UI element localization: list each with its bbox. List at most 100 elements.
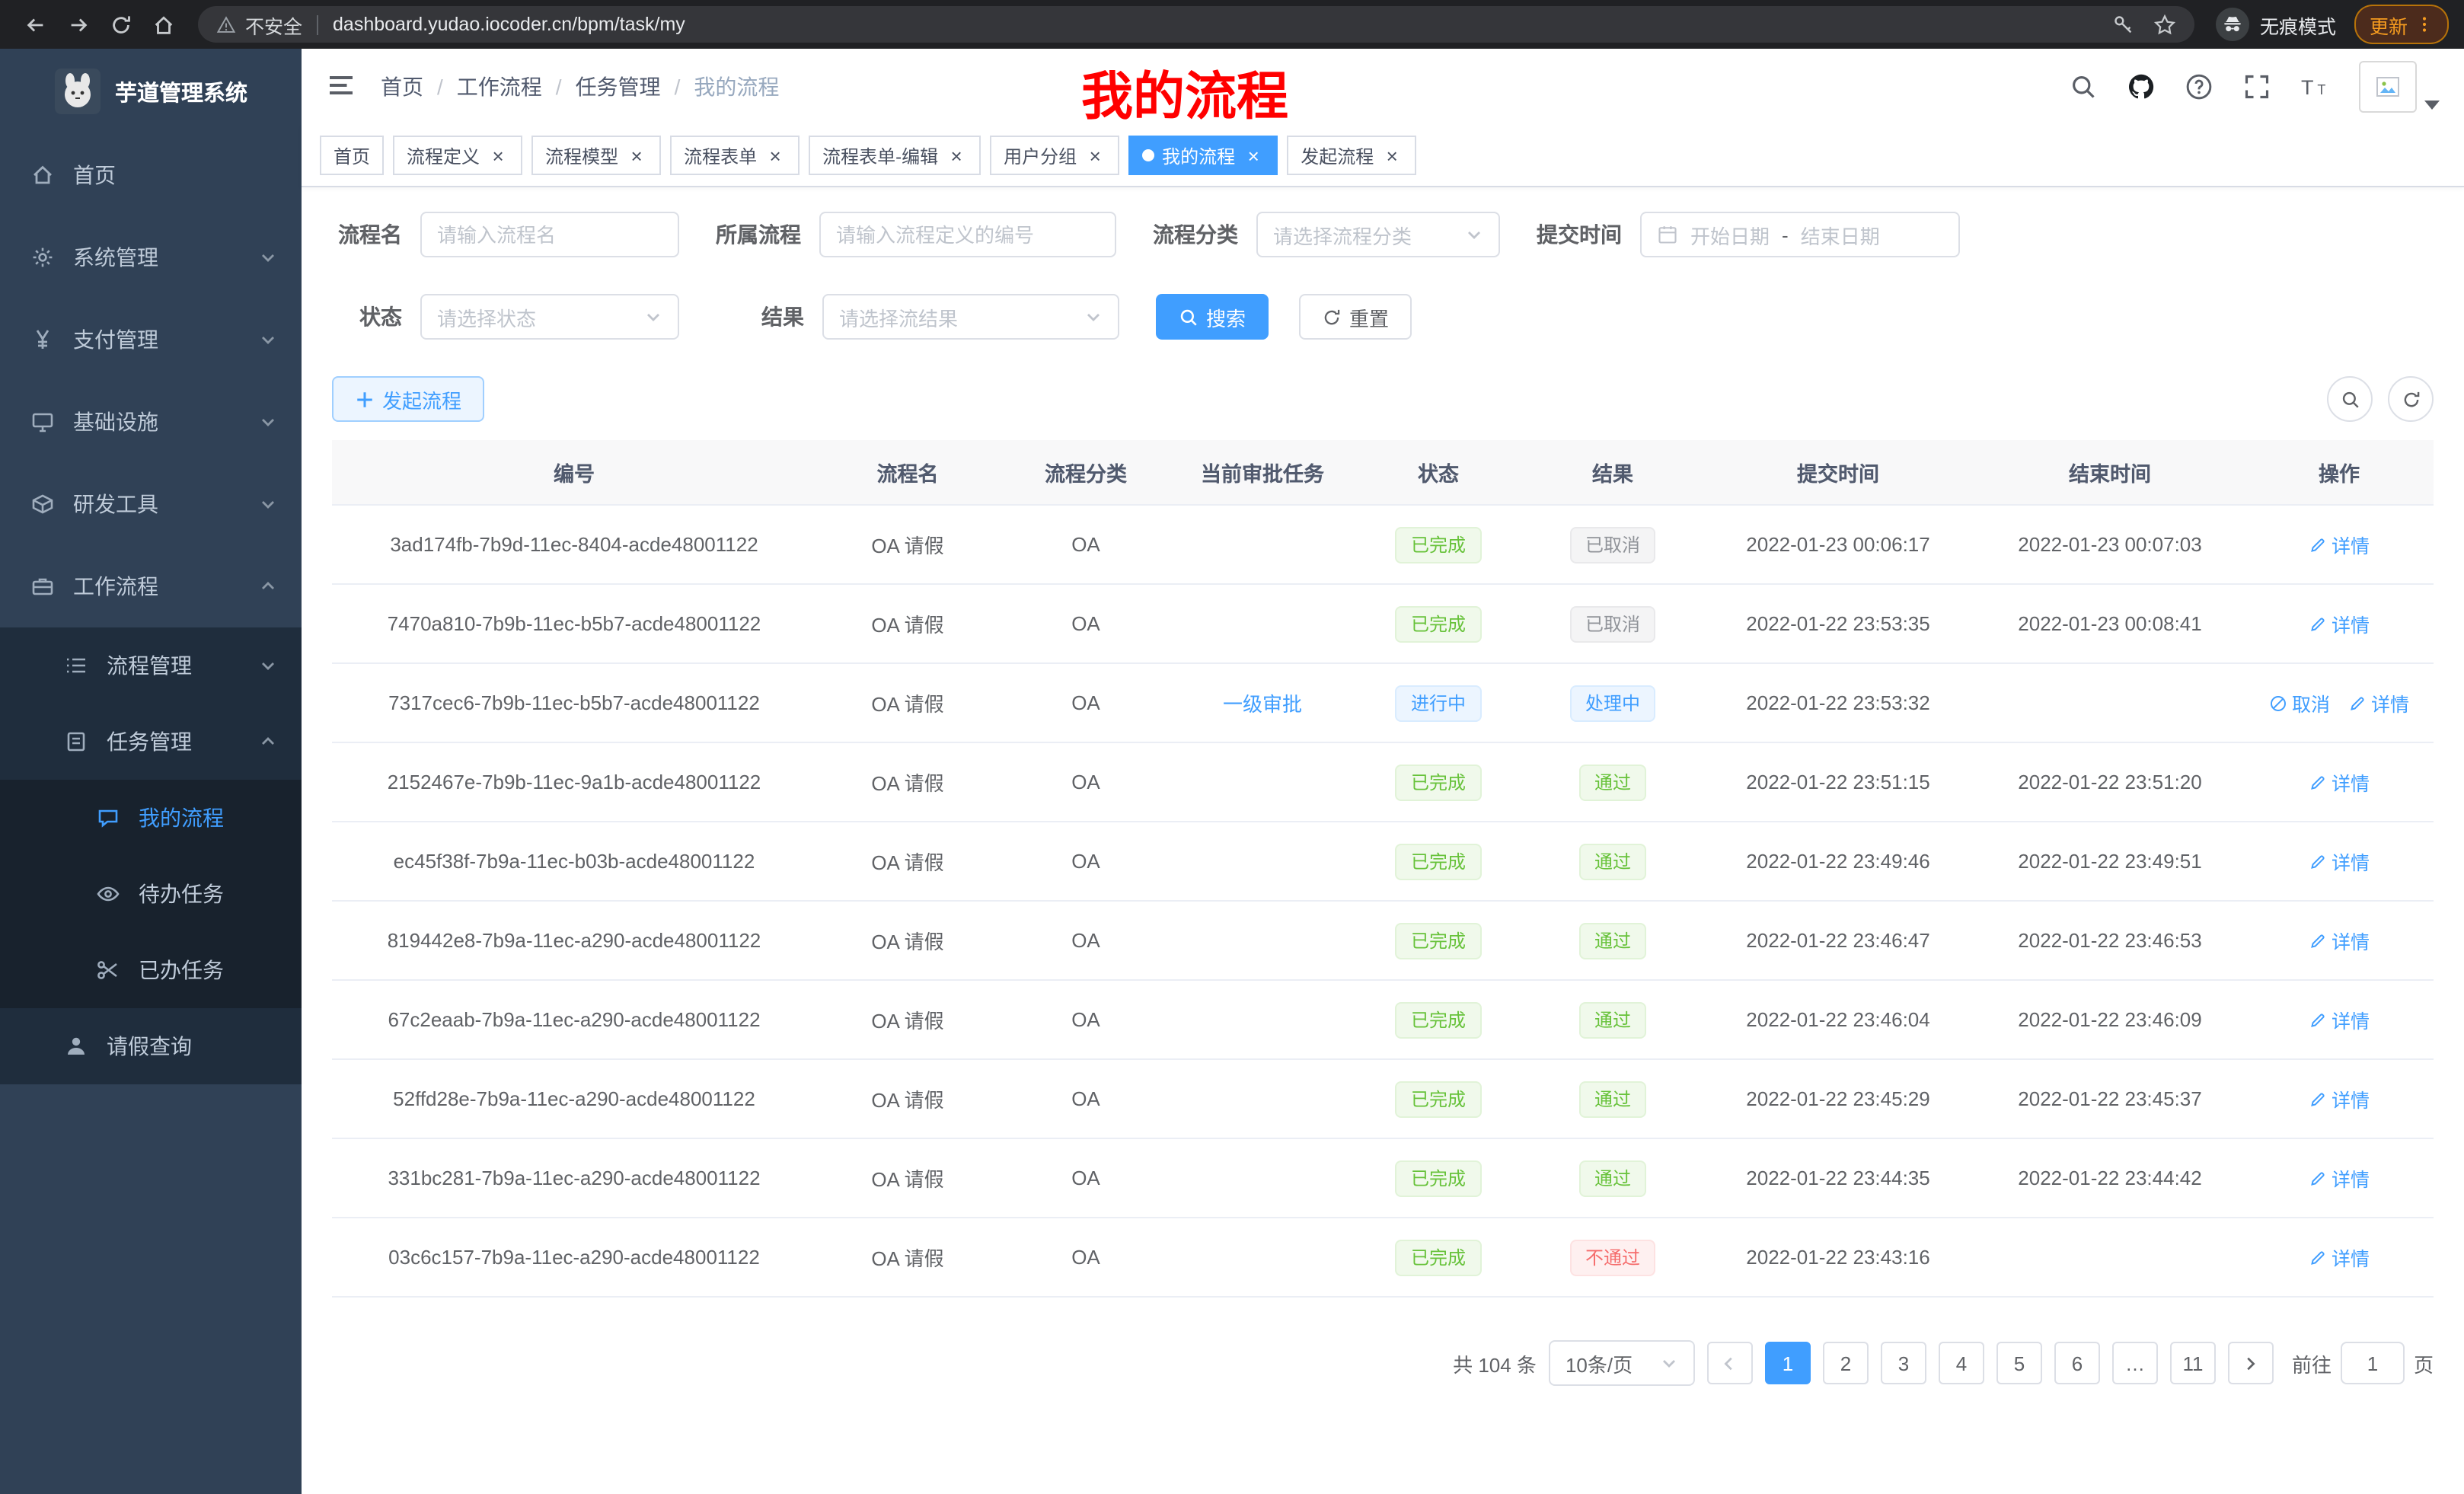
tab-首页[interactable]: 首页 [320, 136, 384, 175]
next-page-button[interactable] [2228, 1342, 2274, 1384]
reset-button[interactable]: 重置 [1299, 294, 1412, 340]
pagination-page-3[interactable]: 3 [1881, 1342, 1926, 1384]
tab-发起流程[interactable]: 发起流程× [1287, 136, 1416, 175]
tab-流程定义[interactable]: 流程定义× [393, 136, 522, 175]
sidebar-item-leave-query[interactable]: 请假查询 [0, 1008, 302, 1084]
detail-action[interactable]: 详情 [2309, 530, 2370, 559]
github-icon[interactable] [2127, 73, 2155, 101]
sidebar-item-home[interactable]: 首页 [0, 134, 302, 216]
table-header-row: 编号流程名流程分类当前审批任务状态结果提交时间结束时间操作 [332, 440, 2434, 505]
category-select[interactable]: 请选择流程分类 [1256, 212, 1500, 257]
goto-page-input[interactable] [2341, 1342, 2405, 1384]
status-badge: 已完成 [1396, 922, 1481, 959]
detail-action[interactable]: 详情 [2309, 609, 2370, 638]
tab-流程表单-编辑[interactable]: 流程表单-编辑× [809, 136, 981, 175]
fullscreen-icon[interactable] [2243, 73, 2271, 101]
end-time-cell: 2022-01-22 23:49:51 [1975, 822, 2245, 901]
sidebar-item-task-management[interactable]: 任务管理 [0, 704, 302, 780]
tab-我的流程[interactable]: 我的流程× [1128, 136, 1278, 175]
result-select-placeholder: 请选择流结果 [839, 302, 958, 331]
sidebar-item-done-tasks[interactable]: 已办任务 [0, 932, 302, 1008]
process-name-input[interactable] [420, 212, 679, 257]
table-row: ec45f38f-7b9a-11ec-b03b-acde48001122OA 请… [332, 822, 2434, 901]
tab-close-icon[interactable]: × [626, 145, 647, 166]
logo-title: 芋道管理系统 [115, 75, 247, 107]
sidebar-item-process-management[interactable]: 流程管理 [0, 627, 302, 704]
page-size-value: 10条/页 [1566, 1349, 1633, 1377]
tab-用户分组[interactable]: 用户分组× [990, 136, 1119, 175]
tab-close-icon[interactable]: × [1084, 145, 1106, 166]
tab-流程表单[interactable]: 流程表单 × [670, 136, 800, 175]
sidebar-logo[interactable]: 芋道管理系统 [0, 49, 302, 134]
browser-reload-button[interactable] [101, 5, 140, 44]
browser-home-button[interactable] [143, 5, 183, 44]
sidebar-item-devtools[interactable]: 研发工具 [0, 463, 302, 545]
result-badge: 已取消 [1570, 526, 1655, 563]
security-warning-label[interactable]: 不安全 [245, 10, 302, 39]
date-range-separator: - [1782, 223, 1789, 246]
tab-label: 流程表单 [684, 142, 757, 168]
sidebar-item-my-processes[interactable]: 我的流程 [0, 780, 302, 856]
table-search-toggle-button[interactable] [2327, 376, 2373, 422]
tab-close-icon[interactable]: × [487, 145, 509, 166]
result-cell: 通过 [1524, 822, 1701, 901]
search-button[interactable]: 搜索 [1156, 294, 1269, 340]
browser-back-button[interactable] [15, 5, 55, 44]
font-size-icon[interactable]: TT [2301, 73, 2328, 101]
detail-action-label: 详情 [2332, 1005, 2370, 1034]
pagination-ellipsis[interactable]: … [2112, 1342, 2158, 1384]
pagination-page-5[interactable]: 5 [1996, 1342, 2042, 1384]
help-icon[interactable] [2185, 73, 2213, 101]
user-avatar-menu[interactable] [2359, 61, 2440, 113]
tab-close-icon[interactable]: × [764, 145, 786, 166]
hamburger-icon[interactable] [326, 70, 359, 104]
sidebar-item-system[interactable]: 系统管理 [0, 216, 302, 298]
tab-close-icon[interactable]: × [1243, 145, 1264, 166]
submit-time-range-picker[interactable]: 开始日期 - 结束日期 [1640, 212, 1960, 257]
pagination-page-11[interactable]: 11 [2170, 1342, 2216, 1384]
pagination-page-2[interactable]: 2 [1823, 1342, 1869, 1384]
sidebar-item-payment[interactable]: 支付管理 [0, 298, 302, 381]
current-task-link[interactable]: 一级审批 [1223, 693, 1302, 716]
detail-action[interactable]: 详情 [2309, 1084, 2370, 1113]
submit-time-cell: 2022-01-23 00:06:17 [1701, 505, 1975, 584]
prev-page-button[interactable] [1707, 1342, 1753, 1384]
sidebar-item-workflow[interactable]: 工作流程 [0, 545, 302, 627]
tab-close-icon[interactable]: × [1381, 145, 1403, 166]
breadcrumb-item[interactable]: 首页 [381, 72, 423, 102]
address-bar[interactable]: 不安全 dashboard.yudao.iocoder.cn/bpm/task/… [198, 6, 2194, 43]
tab-流程模型[interactable]: 流程模型× [531, 136, 661, 175]
detail-action[interactable]: 详情 [2309, 1005, 2370, 1034]
detail-action[interactable]: 详情 [2309, 1243, 2370, 1272]
pagination-page-6[interactable]: 6 [2054, 1342, 2100, 1384]
start-process-button[interactable]: 发起流程 [332, 376, 484, 422]
detail-action[interactable]: 详情 [2309, 768, 2370, 796]
cancel-action[interactable]: 取消 [2269, 688, 2330, 717]
active-tab-dot [1142, 149, 1154, 161]
status-select[interactable]: 请选择状态 [420, 294, 679, 340]
url-text[interactable]: dashboard.yudao.iocoder.cn/bpm/task/my [333, 14, 685, 35]
table-refresh-button[interactable] [2388, 376, 2434, 422]
page-size-select[interactable]: 10条/页 [1549, 1340, 1695, 1386]
pagination-page-1[interactable]: 1 [1765, 1342, 1811, 1384]
breadcrumb-item[interactable]: 任务管理 [576, 72, 661, 102]
search-icon[interactable] [2070, 73, 2097, 101]
status-cell: 进行中 [1352, 663, 1524, 742]
status-cell: 已完成 [1352, 980, 1524, 1059]
password-key-icon[interactable] [2112, 13, 2135, 36]
browser-update-button[interactable]: 更新 [2354, 5, 2449, 44]
pagination-page-4[interactable]: 4 [1939, 1342, 1984, 1384]
sidebar-item-pending-tasks[interactable]: 待办任务 [0, 856, 302, 932]
tab-close-icon[interactable]: × [946, 145, 967, 166]
bookmark-star-icon[interactable] [2153, 13, 2176, 36]
detail-action[interactable]: 详情 [2309, 926, 2370, 955]
detail-action[interactable]: 详情 [2309, 847, 2370, 876]
detail-action[interactable]: 详情 [2348, 688, 2409, 717]
breadcrumb-item[interactable]: 工作流程 [457, 72, 542, 102]
sidebar-item-infrastructure[interactable]: 基础设施 [0, 381, 302, 463]
result-select[interactable]: 请选择流结果 [822, 294, 1119, 340]
actions-cell: 详情 [2245, 1059, 2434, 1138]
parent-process-input[interactable] [819, 212, 1116, 257]
detail-action[interactable]: 详情 [2309, 1164, 2370, 1192]
browser-forward-button[interactable] [58, 5, 97, 44]
